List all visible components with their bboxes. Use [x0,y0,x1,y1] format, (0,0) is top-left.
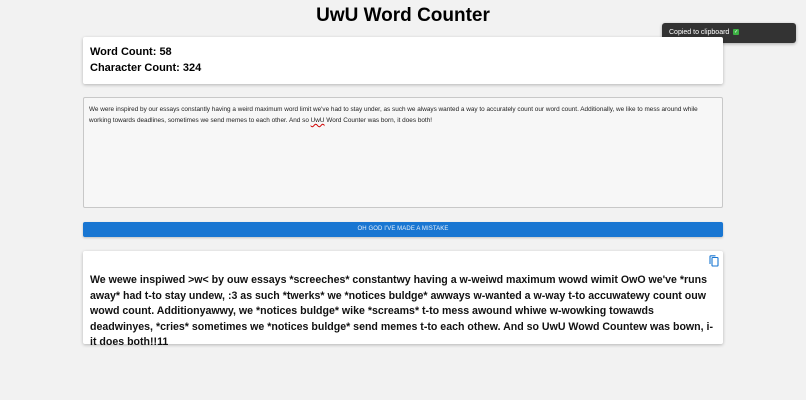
output-card: We wewe inspiwed >w< by ouw essays *scre… [83,251,723,348]
mistake-button[interactable]: OH GOD I'VE MADE A MISTAKE [83,222,723,237]
copy-icon-svg [709,255,719,267]
word-count: Word Count: 58 [90,46,172,58]
check-icon: ✓ [733,28,740,35]
page: UwU Word Counter Copied to clipboard ✓ W… [0,0,806,400]
copy-icon[interactable] [709,254,719,267]
input-misspelled-word: UwU [310,117,325,124]
input-textarea[interactable]: We were inspired by our essays constantl… [83,97,723,208]
uwu-output-text: We wewe inspiwed >w< by ouw essays *scre… [90,274,713,349]
character-count: Character Count: 324 [90,62,202,74]
stats-card: Word Count: 58 Character Count: 324 [83,37,723,84]
input-text-after: Word Counter was born, it does both! [324,117,433,124]
toast-message: Copied to clipboard [669,29,730,36]
